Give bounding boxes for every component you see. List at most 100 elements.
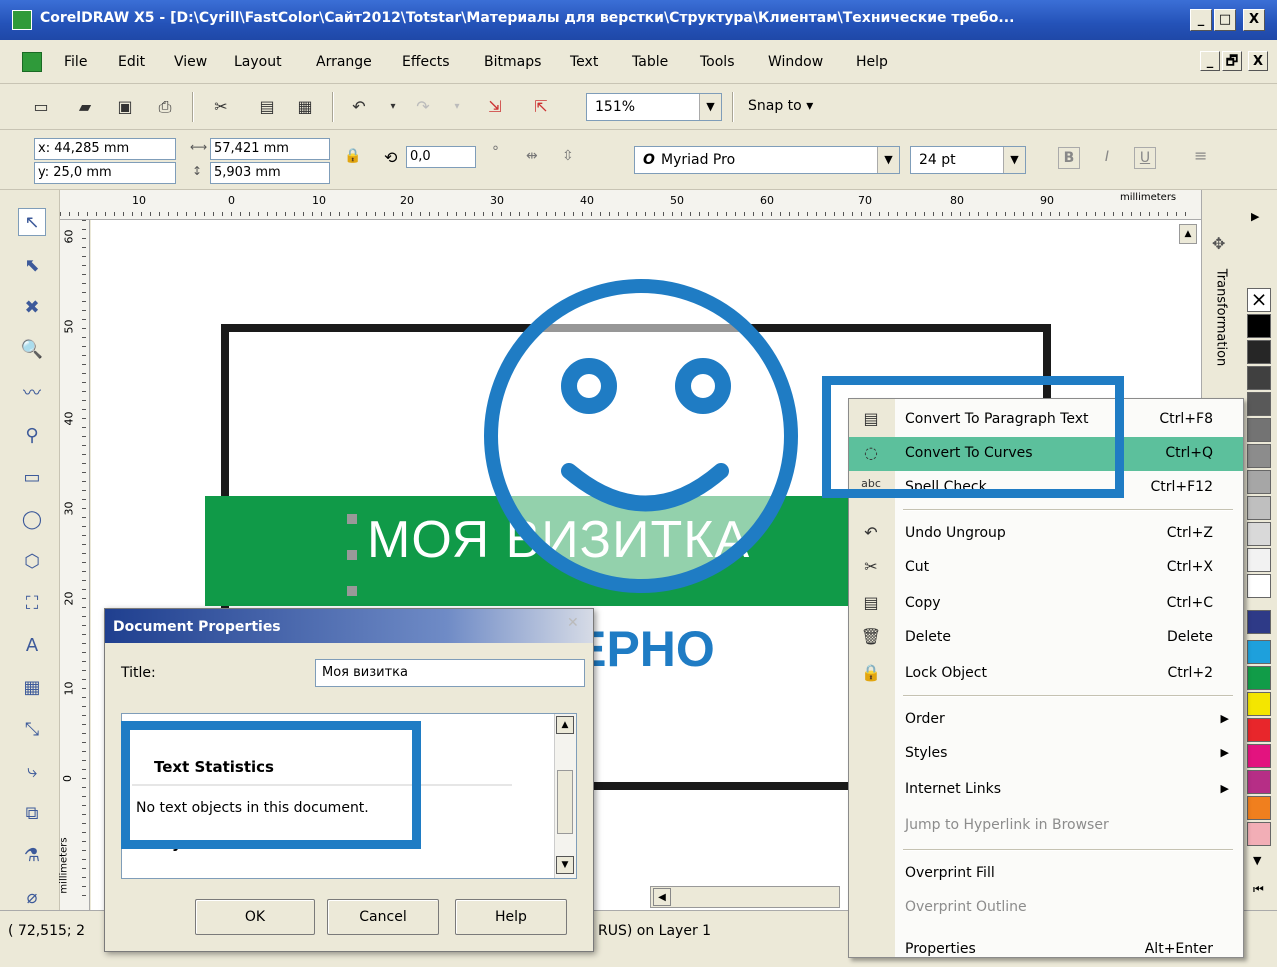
lock-ratio-icon[interactable]: 🔒 — [344, 148, 361, 164]
color-swatch[interactable] — [1247, 692, 1271, 716]
bold-button[interactable]: B — [1058, 147, 1080, 169]
snap-to-dropdown[interactable]: Snap to ▾ — [748, 98, 813, 114]
pick-tool-icon[interactable]: ↖ — [18, 208, 46, 236]
menu-item-undo-ungroup[interactable]: ↶ Undo Ungroup Ctrl+Z — [849, 517, 1243, 551]
font-family-select[interactable]: O Myriad Pro ▼ — [634, 146, 900, 174]
no-color-swatch[interactable]: ⨯ — [1247, 288, 1271, 312]
polygon-tool-icon[interactable]: ⬡ — [18, 548, 46, 576]
color-swatch[interactable] — [1247, 444, 1271, 468]
horizontal-ruler[interactable]: 10 0 10 20 30 40 50 60 70 80 90 millimet… — [60, 190, 1210, 220]
undo-dropdown-icon[interactable]: ▾ — [382, 96, 404, 118]
height-field[interactable]: 5,903 mm — [210, 162, 330, 184]
selection-handle[interactable] — [347, 514, 357, 524]
mirror-vertical-icon[interactable]: ⇳ — [562, 148, 574, 164]
minimize-button[interactable]: _ — [1190, 9, 1212, 31]
color-swatch[interactable] — [1247, 640, 1271, 664]
zoom-level-select[interactable]: 151% ▼ — [586, 93, 722, 121]
text-tool-icon[interactable]: A — [18, 632, 46, 660]
print-icon[interactable]: ⎙ — [154, 96, 176, 118]
save-icon[interactable]: ▣ — [114, 96, 136, 118]
doc-close-button[interactable]: X — [1248, 51, 1268, 71]
menu-item-copy[interactable]: ▤ Copy Ctrl+C — [849, 587, 1243, 621]
color-swatch[interactable] — [1247, 574, 1271, 598]
ellipse-tool-icon[interactable]: ◯ — [18, 506, 46, 534]
color-swatch[interactable] — [1247, 366, 1271, 390]
docker-tab-label[interactable]: Transformation — [1213, 269, 1228, 367]
outline-tool-icon[interactable]: ⌀ — [18, 884, 46, 908]
x-position-field[interactable]: x: 44,285 mm — [34, 138, 176, 160]
scroll-thumb[interactable] — [557, 770, 573, 834]
title-field[interactable]: Моя визитка — [315, 659, 585, 687]
undo-icon[interactable]: ↶ — [348, 96, 370, 118]
close-button[interactable]: X — [1243, 9, 1265, 31]
smart-fill-tool-icon[interactable]: ⚲ — [18, 422, 46, 450]
cancel-button[interactable]: Cancel — [327, 899, 439, 935]
new-document-icon[interactable]: ▭ — [30, 96, 52, 118]
menu-item-internet-links[interactable]: Internet Links ▶ — [849, 773, 1243, 807]
menu-text[interactable]: Text — [570, 54, 598, 70]
menu-help[interactable]: Help — [856, 54, 888, 70]
ok-button[interactable]: OK — [195, 899, 315, 935]
color-swatch[interactable] — [1247, 666, 1271, 690]
color-swatch[interactable] — [1247, 314, 1271, 338]
menu-edit[interactable]: Edit — [118, 54, 145, 70]
menu-arrange[interactable]: Arrange — [316, 54, 372, 70]
scroll-up-icon[interactable]: ▲ — [556, 716, 574, 734]
dimension-tool-icon[interactable]: ⤡ — [18, 716, 46, 744]
menu-view[interactable]: View — [174, 54, 207, 70]
color-swatch[interactable] — [1247, 470, 1271, 494]
selection-handle[interactable] — [347, 550, 357, 560]
color-swatch[interactable] — [1247, 610, 1271, 634]
menu-layout[interactable]: Layout — [234, 54, 282, 70]
color-swatch[interactable] — [1247, 392, 1271, 416]
basic-shapes-tool-icon[interactable]: ⛶ — [18, 590, 46, 618]
import-icon[interactable]: ⇲ — [484, 96, 506, 118]
color-swatch[interactable] — [1247, 770, 1271, 794]
connector-tool-icon[interactable]: ⤷ — [18, 758, 46, 786]
menu-tools[interactable]: Tools — [700, 54, 735, 70]
menu-item-properties[interactable]: Properties Alt+Enter — [849, 933, 1243, 967]
table-tool-icon[interactable]: ▦ — [18, 674, 46, 702]
italic-button[interactable]: I — [1096, 147, 1118, 169]
menu-item-styles[interactable]: Styles ▶ — [849, 737, 1243, 771]
text-align-icon[interactable]: ≡ — [1194, 146, 1207, 165]
zoom-tool-icon[interactable]: 🔍 — [18, 336, 46, 364]
mirror-horizontal-icon[interactable]: ⇹ — [526, 148, 538, 164]
scroll-down-icon[interactable]: ▼ — [556, 856, 574, 874]
rotation-angle-field[interactable]: 0,0 — [406, 146, 476, 168]
eyedropper-tool-icon[interactable]: ⚗ — [18, 842, 46, 870]
palette-scroll-down-icon[interactable]: ▼ — [1253, 854, 1261, 867]
underline-button[interactable]: U — [1134, 147, 1156, 169]
crop-tool-icon[interactable]: ✖ — [18, 294, 46, 322]
freehand-tool-icon[interactable]: 〰 — [18, 380, 46, 408]
vertical-ruler[interactable]: 60 50 40 30 20 10 0 millimeters — [59, 220, 90, 910]
color-swatch[interactable] — [1247, 718, 1271, 742]
menu-window[interactable]: Window — [768, 54, 823, 70]
y-position-field[interactable]: y: 25,0 mm — [34, 162, 176, 184]
doc-icon[interactable] — [22, 52, 42, 72]
open-icon[interactable]: ▰ — [74, 96, 96, 118]
scroll-left-icon[interactable]: ◀ — [653, 888, 671, 906]
font-size-select[interactable]: 24 pt ▼ — [910, 146, 1026, 174]
doc-minimize-button[interactable]: _ — [1200, 51, 1220, 71]
menu-item-cut[interactable]: ✂ Cut Ctrl+X — [849, 551, 1243, 585]
horizontal-scrollbar[interactable]: ◀ — [650, 886, 840, 908]
menu-file[interactable]: File — [64, 54, 87, 70]
cut-icon[interactable]: ✂ — [210, 96, 232, 118]
rectangle-tool-icon[interactable]: ▭ — [18, 464, 46, 492]
color-swatch[interactable] — [1247, 822, 1271, 846]
dialog-close-icon[interactable]: ✕ — [567, 615, 579, 631]
menu-item-overprint-fill[interactable]: Overprint Fill — [849, 857, 1243, 891]
color-swatch[interactable] — [1247, 418, 1271, 442]
help-button[interactable]: Help — [455, 899, 567, 935]
palette-scroll-end-icon[interactable]: ⏮ — [1253, 882, 1264, 897]
color-swatch[interactable] — [1247, 796, 1271, 820]
menu-item-order[interactable]: Order ▶ — [849, 703, 1243, 737]
menu-bitmaps[interactable]: Bitmaps — [484, 54, 541, 70]
menu-item-delete[interactable]: 🗑 Delete Delete — [849, 621, 1243, 655]
copy-icon[interactable]: ▤ — [256, 96, 278, 118]
paste-icon[interactable]: ▦ — [294, 96, 316, 118]
width-field[interactable]: 57,421 mm — [210, 138, 330, 160]
menu-item-lock-object[interactable]: 🔒 Lock Object Ctrl+2 — [849, 657, 1243, 691]
list-scrollbar[interactable]: ▲ ▼ — [554, 714, 576, 878]
